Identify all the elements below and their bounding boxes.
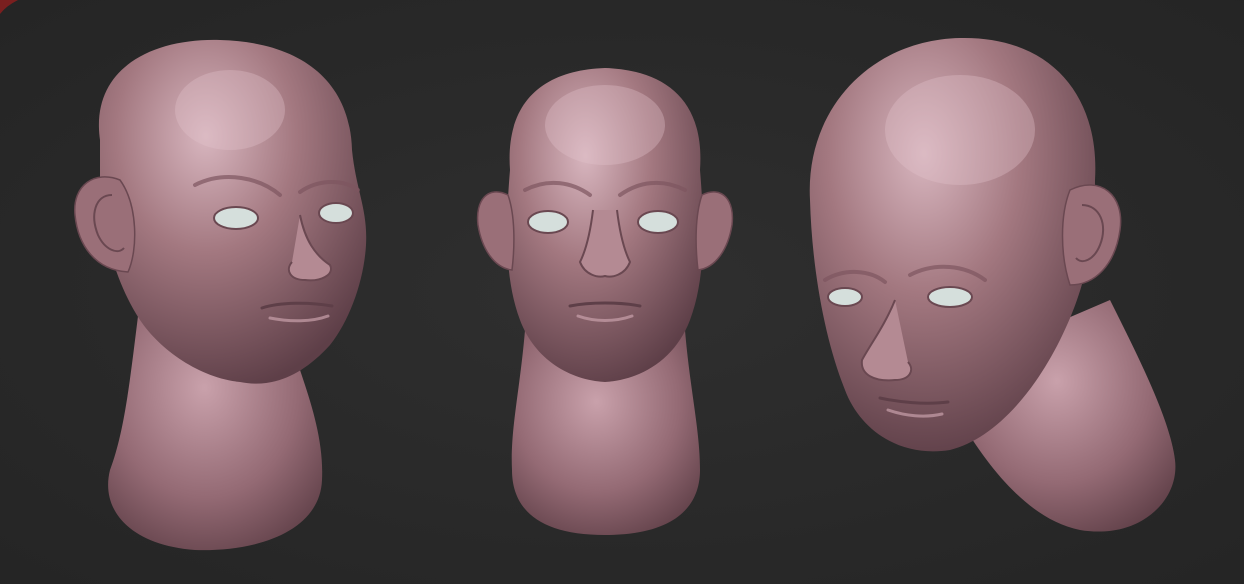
eye-left-1 <box>213 206 259 230</box>
viewport-canvas <box>0 0 1244 584</box>
eye-right-1 <box>318 202 354 224</box>
eye-left-3 <box>827 287 863 307</box>
head-model-2[interactable] <box>476 68 734 535</box>
forehead-highlight-2 <box>545 85 665 165</box>
cranium-highlight-3 <box>885 75 1035 185</box>
eye-left-2 <box>527 210 569 234</box>
eye-right-2 <box>637 210 679 234</box>
sculpt-viewport[interactable] <box>0 0 1244 584</box>
forehead-highlight-1 <box>175 70 285 150</box>
eye-right-3 <box>927 286 973 308</box>
